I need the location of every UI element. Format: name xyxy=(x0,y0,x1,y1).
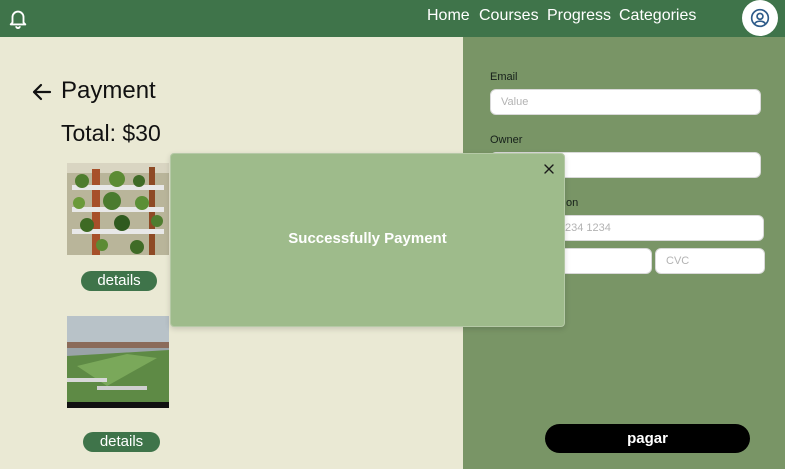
arrow-left-icon[interactable] xyxy=(30,80,54,104)
close-icon[interactable] xyxy=(543,163,555,175)
page-title: Payment xyxy=(61,77,156,104)
nav-link-categories[interactable]: Categories xyxy=(619,7,696,25)
card-information-label: on xyxy=(566,197,579,209)
profile-button[interactable] xyxy=(742,0,778,36)
bell-icon[interactable] xyxy=(7,6,29,30)
email-field[interactable]: Value xyxy=(490,89,761,115)
nav-link-courses[interactable]: Courses xyxy=(479,7,539,25)
details-button[interactable]: details xyxy=(83,432,160,452)
details-button[interactable]: details xyxy=(81,271,157,291)
order-total: Total: $30 xyxy=(61,120,161,146)
nav-link-progress[interactable]: Progress xyxy=(547,7,611,25)
top-nav-bar: Home Courses Progress Categories xyxy=(0,0,785,37)
cvc-field[interactable]: CVC xyxy=(655,248,765,274)
nav-link-home[interactable]: Home xyxy=(427,7,470,25)
owner-label: Owner xyxy=(490,134,523,146)
course-thumbnail-greenhouse xyxy=(67,316,169,408)
email-label: Email xyxy=(490,71,518,83)
course-thumbnail-vertical-garden xyxy=(67,163,169,255)
user-circle-icon xyxy=(750,8,770,28)
success-modal: Successfully Payment xyxy=(170,153,565,327)
modal-message: Successfully Payment xyxy=(288,230,447,247)
pay-button[interactable]: pagar xyxy=(545,424,750,453)
